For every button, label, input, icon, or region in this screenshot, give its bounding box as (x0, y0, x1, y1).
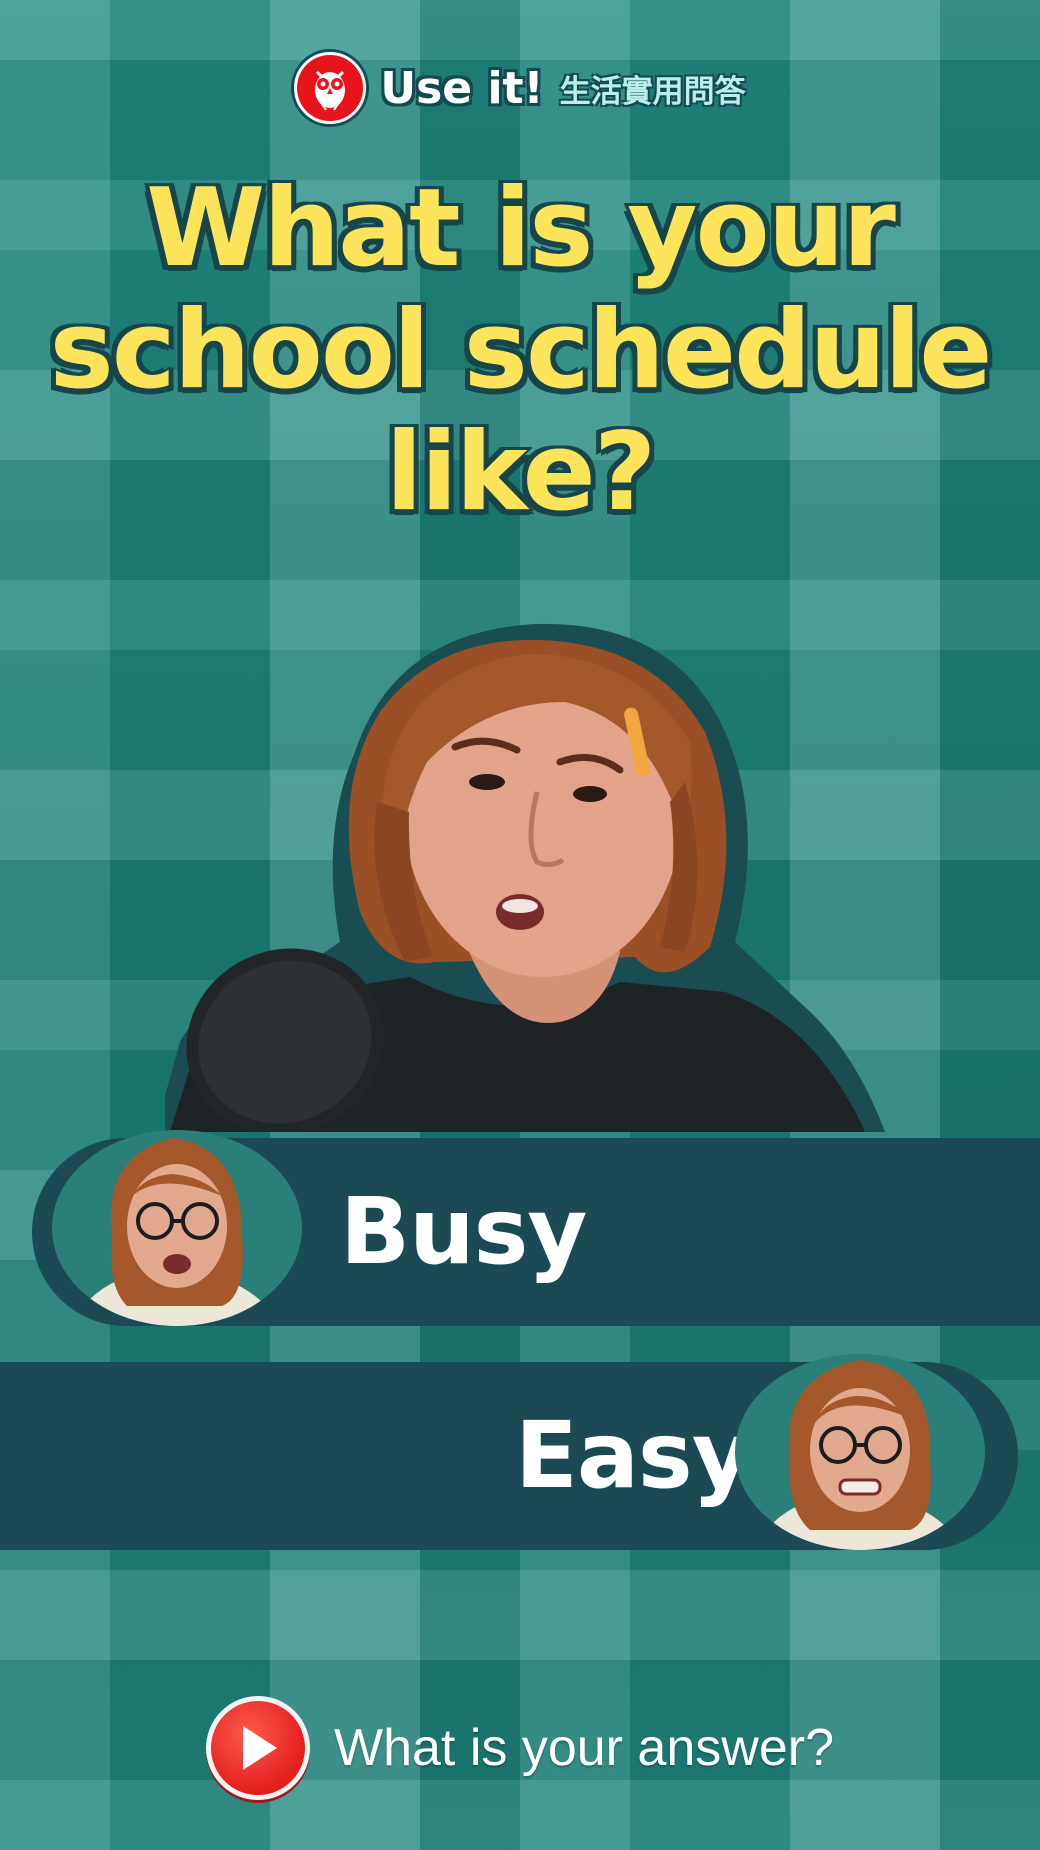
host-avatar-talking (52, 1116, 302, 1326)
answer-prompt: What is your answer? (0, 1696, 1040, 1800)
play-icon[interactable] (206, 1696, 311, 1800)
host-avatar-grimacing (735, 1340, 985, 1550)
brand-title: Use it! (380, 62, 544, 114)
prompt-text: What is your answer? (334, 1719, 834, 1777)
answer-option-easy[interactable]: Easy (0, 1354, 1018, 1550)
answer-label-busy: Busy (340, 1178, 587, 1285)
question-headline: What is your school schedule like? (30, 166, 1010, 536)
headline-line-3: like? (384, 410, 659, 536)
headline-line-1: What is your (144, 166, 898, 292)
headline-line-2: school schedule (47, 288, 994, 414)
brand-header: Use it! 生活實用問答 (0, 52, 1040, 124)
owl-icon (294, 52, 367, 124)
host-photo (155, 612, 925, 1136)
answer-option-busy[interactable]: Busy (32, 1130, 1040, 1326)
brand-subtitle: 生活實用問答 (559, 73, 746, 110)
answer-label-easy: Easy (515, 1402, 752, 1509)
